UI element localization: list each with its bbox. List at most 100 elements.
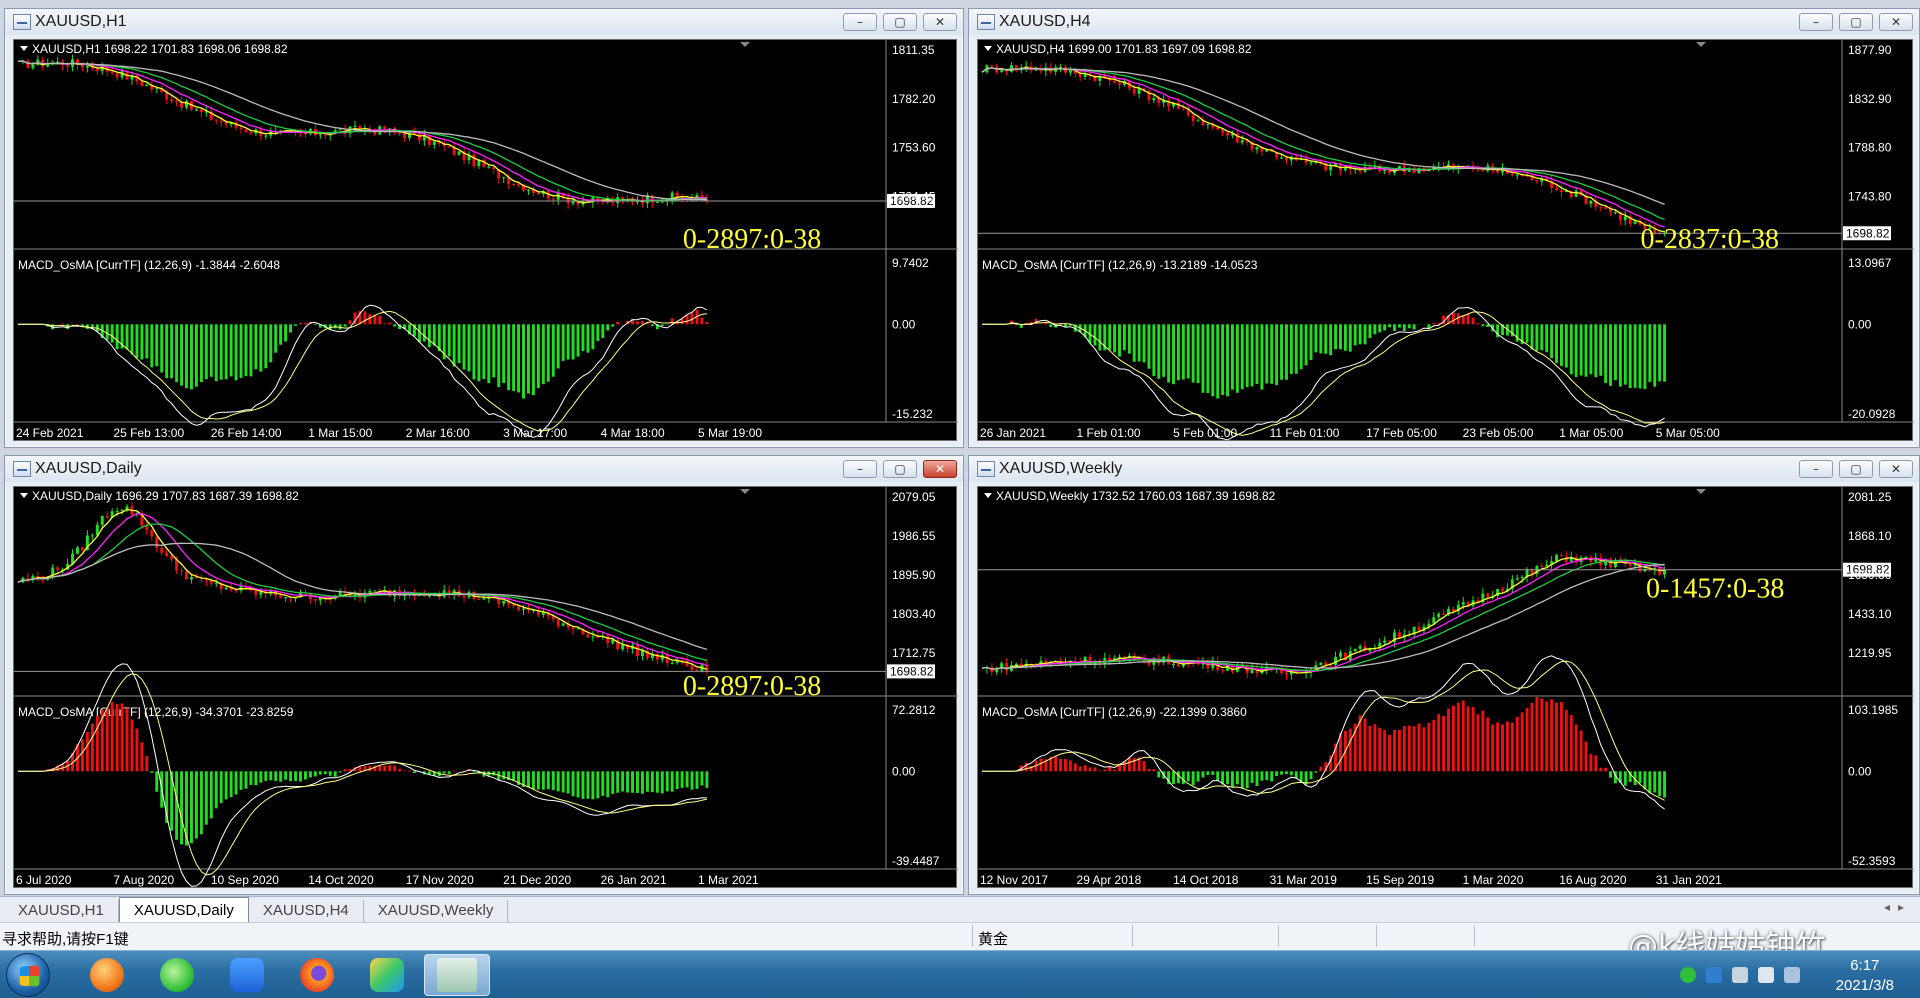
macd-histogram-bar	[1638, 324, 1642, 389]
restore-button[interactable]: ▢	[883, 13, 917, 31]
annotation-label: 0-2897:0-38	[683, 671, 821, 702]
macd-histogram-bar	[1564, 709, 1568, 772]
minimize-button[interactable]: –	[843, 13, 877, 31]
tab-xauusd-weekly[interactable]: XAUUSD,Weekly	[364, 900, 509, 922]
candle-body	[1137, 88, 1141, 94]
minimize-button[interactable]: –	[1799, 13, 1833, 31]
time-axis-label: 14 Oct 2018	[1173, 873, 1239, 887]
price-chart[interactable]: 1698.82 0-2897:0-38 XAUUSD,H1 1698.22 1701…	[13, 39, 958, 442]
chart-window[interactable]: XAUUSD,Weekly – ▢ ✕ 1698.82 0-1457:0-38 XAUUSD…	[968, 455, 1920, 895]
status-symbol: 黄金	[978, 931, 1009, 948]
candle-body	[1584, 556, 1588, 558]
window-titlebar[interactable]: XAUUSD,Weekly – ▢ ✕	[969, 456, 1919, 482]
window-titlebar[interactable]: XAUUSD,Daily – ▢ ✕	[5, 456, 963, 482]
start-button[interactable]	[6, 953, 50, 997]
time-axis-label: 26 Feb 14:00	[211, 426, 282, 440]
macd-histogram-bar	[85, 732, 89, 772]
taskbar-app-player[interactable]	[356, 954, 418, 996]
macd-histogram-bar	[1594, 755, 1598, 772]
macd-histogram-bar	[1466, 314, 1470, 325]
macd-histogram-bar	[1358, 324, 1362, 345]
candle-body	[185, 101, 188, 108]
chart-window[interactable]: XAUUSD,H1 – ▢ ✕ 1698.82 0-2897:0-38 XAUUSD,H1 …	[4, 8, 964, 448]
candle-body	[1486, 593, 1490, 597]
taskbar-app-metatrader[interactable]	[424, 954, 490, 996]
tab-xauusd-h4[interactable]: XAUUSD,H4	[249, 900, 364, 922]
volume-icon[interactable]	[1758, 967, 1774, 983]
macd-histogram-bar	[150, 324, 154, 368]
macd-histogram-bar	[140, 324, 144, 360]
macd-histogram-bar	[472, 324, 476, 380]
close-button[interactable]: ✕	[923, 460, 957, 478]
macd-histogram-bar	[1476, 322, 1480, 325]
macd-histogram-bar	[1152, 324, 1156, 376]
restore-button[interactable]: ▢	[883, 460, 917, 478]
network-icon[interactable]	[1732, 967, 1748, 983]
minimize-button[interactable]: –	[1799, 460, 1833, 478]
macd-histogram-bar	[1535, 697, 1539, 772]
chart-window-icon	[13, 461, 31, 477]
shield-icon[interactable]	[1706, 967, 1722, 983]
macd-histogram-bar	[398, 768, 402, 772]
restore-button[interactable]: ▢	[1839, 460, 1873, 478]
macd-histogram-bar	[1515, 716, 1519, 772]
macd-histogram-bar	[581, 771, 585, 799]
chart-canvas[interactable]: 1698.82 0-2897:0-38 XAUUSD,Daily 1696.29 1…	[14, 487, 958, 889]
candle-body	[517, 184, 521, 186]
macd-histogram-bar	[616, 321, 620, 325]
macd-histogram-bar	[244, 324, 248, 377]
taskbar-app-editor[interactable]	[216, 954, 278, 996]
price-chart[interactable]: 1698.82 0-2837:0-38 XAUUSD,H4 1699.00 1701…	[977, 39, 1914, 442]
candle-body	[1461, 602, 1465, 605]
restore-button[interactable]: ▢	[1839, 13, 1873, 31]
macd-histogram-bar	[1461, 700, 1465, 772]
macd-histogram-bar	[561, 771, 565, 793]
chart-info: XAUUSD,H4 1699.00 1701.83 1697.09 1698.8…	[996, 42, 1252, 56]
signal-icon[interactable]	[1784, 967, 1800, 983]
close-button[interactable]: ✕	[1879, 13, 1913, 31]
tab-scroll-arrows-icon[interactable]: ◂▸	[1884, 900, 1912, 914]
macd-histogram-bar	[269, 324, 273, 363]
macd-histogram-bar	[1525, 324, 1529, 343]
macd-histogram-bar	[1643, 771, 1647, 790]
macd-histogram-bar	[1432, 719, 1436, 772]
candle-body	[1510, 173, 1514, 176]
window-titlebar[interactable]: XAUUSD,H1 – ▢ ✕	[5, 9, 963, 35]
candle-body	[1383, 640, 1387, 643]
taskbar-app-firefox[interactable]	[286, 954, 348, 996]
tab-xauusd-h1[interactable]: XAUUSD,H1	[4, 900, 119, 922]
chart-tabs: XAUUSD,H1 XAUUSD,Daily XAUUSD,H4 XAUUSD,…	[0, 896, 1920, 922]
candle-body	[264, 135, 268, 137]
close-button[interactable]: ✕	[1879, 460, 1913, 478]
macd-histogram-bar	[135, 728, 139, 772]
tab-xauusd-daily[interactable]: XAUUSD,Daily	[118, 897, 249, 922]
candle-body	[368, 591, 372, 593]
macd-histogram-bar	[576, 771, 580, 798]
chart-window[interactable]: XAUUSD,Daily – ▢ ✕ 1698.82 0-2897:0-38 XAUUSD,…	[4, 455, 964, 895]
macd-histogram-bar	[1029, 765, 1033, 772]
price-chart[interactable]: 1698.82 0-1457:0-38 XAUUSD,Weekly 1732.52 …	[977, 486, 1914, 889]
candle-body	[403, 133, 407, 138]
price-chart[interactable]: 1698.82 0-2897:0-38 XAUUSD,Daily 1696.29 1…	[13, 486, 958, 889]
candle-body	[115, 73, 119, 78]
minimize-button[interactable]: –	[843, 460, 877, 478]
time-axis-label: 25 Feb 13:00	[113, 426, 184, 440]
taskbar-app-wechat[interactable]	[146, 954, 208, 996]
clock[interactable]: 6:17 2021/3/8	[1836, 956, 1894, 996]
macd-histogram-bar	[1368, 324, 1372, 339]
taskbar-app-mail[interactable]	[76, 954, 138, 996]
chart-canvas[interactable]: 1698.820-1457:0-38XAUUSD,Weekly 1732.52 …	[978, 487, 1914, 889]
macd-histogram-bar	[1152, 769, 1156, 772]
wechat-tray-icon[interactable]	[1680, 967, 1696, 983]
macd-histogram-bar	[1299, 324, 1303, 370]
chart-canvas[interactable]: 1698.82 0-2837:0-38 XAUUSD,H4 1699.00 1701…	[978, 40, 1914, 442]
chart-canvas[interactable]: 1698.820-2897:0-38XAUUSD,H1 1698.22 1701…	[14, 40, 958, 442]
candle-body	[1520, 576, 1524, 579]
macd-histogram-bar	[1579, 324, 1583, 376]
chart-window[interactable]: XAUUSD,H4 – ▢ ✕ 1698.82 0-2837:0-38 XAUUSD,H4 …	[968, 8, 1920, 448]
collapse-triangle-icon	[20, 493, 28, 498]
macd-histogram-bar	[1206, 324, 1210, 394]
macd-histogram-bar	[1530, 324, 1534, 350]
close-button[interactable]: ✕	[923, 13, 957, 31]
window-titlebar[interactable]: XAUUSD,H4 – ▢ ✕	[969, 9, 1919, 35]
